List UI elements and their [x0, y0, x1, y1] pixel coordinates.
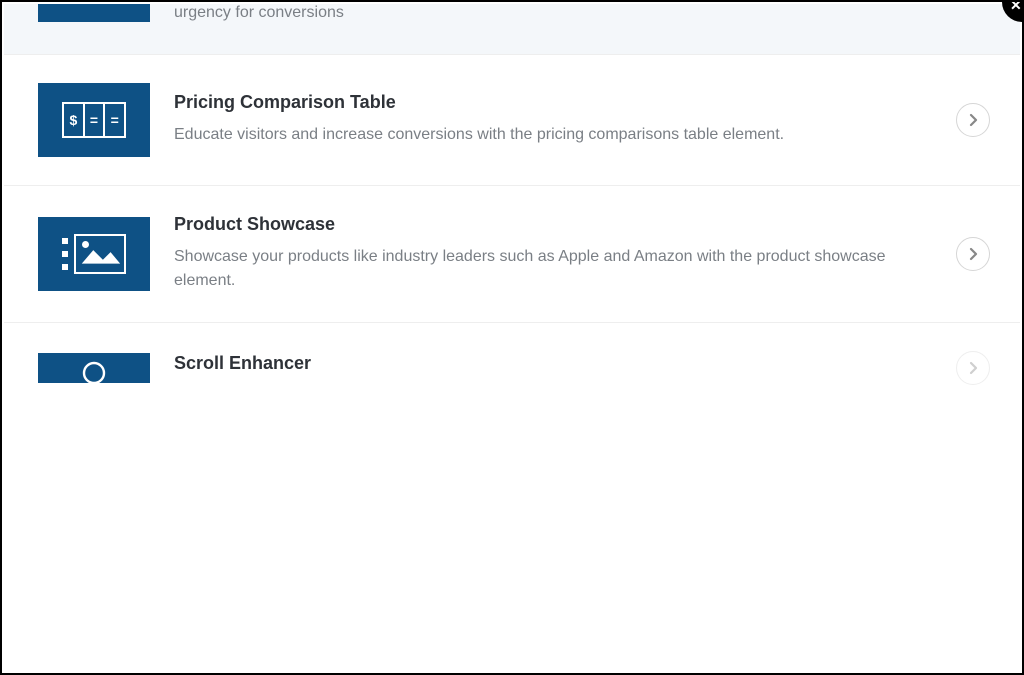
element-item-pricing-table[interactable]: $== Pricing Comparison Table Educate vis…: [4, 55, 1020, 186]
item-description: Insert an evergreen countdown timer on y…: [174, 4, 932, 26]
item-description: Educate visitors and increase conversion…: [174, 123, 932, 148]
pricing-table-icon: $==: [38, 83, 150, 157]
item-title: Scroll Enhancer: [174, 353, 932, 374]
element-item-scroll-enhancer[interactable]: Scroll Enhancer: [4, 323, 1020, 413]
scroll-icon: [38, 353, 150, 383]
showcase-icon: [38, 217, 150, 291]
element-item-product-showcase[interactable]: Product Showcase Showcase your products …: [4, 186, 1020, 324]
close-icon: ✕: [1010, 0, 1022, 14]
item-title: Product Showcase: [174, 214, 932, 235]
hourglass-icon: [38, 4, 150, 22]
spacer: [4, 413, 1020, 671]
chevron-right-icon[interactable]: [956, 351, 990, 385]
modal-window: ✕ PlusPack Elements H1 Advanced Headline…: [0, 0, 1024, 675]
chevron-right-icon[interactable]: [956, 237, 990, 271]
chevron-right-icon[interactable]: [956, 103, 990, 137]
element-item-evergreen-countdown[interactable]: Evergreen Countdown timer Insert an ever…: [4, 4, 1020, 55]
item-text: Product Showcase Showcase your products …: [174, 214, 932, 295]
item-description: Showcase your products like industry lea…: [174, 245, 932, 295]
item-title: Pricing Comparison Table: [174, 92, 932, 113]
elements-panel[interactable]: PlusPack Elements H1 Advanced Headline D…: [4, 4, 1020, 671]
item-text: Evergreen Countdown timer Insert an ever…: [174, 4, 932, 26]
item-text: Pricing Comparison Table Educate visitor…: [174, 92, 932, 148]
item-text: Scroll Enhancer: [174, 353, 932, 384]
